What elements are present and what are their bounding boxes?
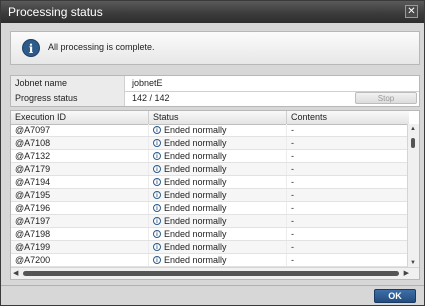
table-row[interactable]: @A7199 i Ended normally - <box>11 241 409 254</box>
execution-id-cell: @A7097 <box>11 124 149 136</box>
horizontal-scrollbar[interactable]: ◀ ▶ <box>11 267 419 279</box>
horizontal-scroll-thumb[interactable] <box>23 271 399 276</box>
results-table: Execution ID Status Contents @A7097 i Ende… <box>10 110 420 280</box>
table-row[interactable]: @A7179 i Ended normally - <box>11 163 409 176</box>
status-cell: i Ended normally <box>149 228 287 240</box>
status-text: Ended normally <box>164 216 227 226</box>
column-header-status[interactable]: Status <box>149 111 287 124</box>
contents-cell: - <box>287 254 409 266</box>
contents-cell: - <box>287 150 409 162</box>
status-info-icon: i <box>153 256 161 264</box>
table-row[interactable]: @A7108 i Ended normally - <box>11 137 409 150</box>
table-row[interactable]: @A7195 i Ended normally - <box>11 189 409 202</box>
status-info-icon: i <box>153 230 161 238</box>
status-cell: i Ended normally <box>149 254 287 266</box>
status-text: Ended normally <box>164 242 227 252</box>
jobnet-row: Jobnet name jobnetE <box>11 76 419 92</box>
contents-cell: - <box>287 202 409 214</box>
table-body: @A7097 i Ended normally - @A7108 i Ended norma… <box>11 124 409 268</box>
column-header-contents[interactable]: Contents <box>287 111 409 124</box>
execution-id-cell: @A7132 <box>11 150 149 162</box>
column-header-execution-id[interactable]: Execution ID <box>11 111 149 124</box>
title-bar: Processing status ✕ <box>1 1 424 23</box>
status-cell: i Ended normally <box>149 150 287 162</box>
contents-cell: - <box>287 189 409 201</box>
execution-id-cell: @A7179 <box>11 163 149 175</box>
status-text: Ended normally <box>164 203 227 213</box>
status-text: Ended normally <box>164 164 227 174</box>
contents-cell: - <box>287 137 409 149</box>
scroll-left-icon[interactable]: ◀ <box>13 269 18 277</box>
table-header: Execution ID Status Contents <box>11 111 409 125</box>
status-cell: i Ended normally <box>149 137 287 149</box>
execution-id-cell: @A7196 <box>11 202 149 214</box>
table-row[interactable]: @A7132 i Ended normally - <box>11 150 409 163</box>
message-panel: i All processing is complete. <box>10 31 420 65</box>
vertical-scrollbar[interactable]: ▲ ▼ <box>407 124 419 268</box>
table-row[interactable]: @A7194 i Ended normally - <box>11 176 409 189</box>
status-info-icon: i <box>153 191 161 199</box>
execution-id-cell: @A7195 <box>11 189 149 201</box>
progress-status-label: Progress status <box>11 91 125 106</box>
contents-cell: - <box>287 124 409 136</box>
table-row[interactable]: @A7097 i Ended normally - <box>11 124 409 137</box>
ok-button[interactable]: OK <box>374 289 416 303</box>
progress-row: Progress status 142 / 142 Stop <box>11 91 419 106</box>
status-cell: i Ended normally <box>149 189 287 201</box>
contents-cell: - <box>287 163 409 175</box>
status-cell: i Ended normally <box>149 202 287 214</box>
execution-id-cell: @A7108 <box>11 137 149 149</box>
table-row[interactable]: @A7196 i Ended normally - <box>11 202 409 215</box>
status-cell: i Ended normally <box>149 163 287 175</box>
status-info-icon: i <box>153 152 161 160</box>
execution-id-cell: @A7199 <box>11 241 149 253</box>
vertical-scroll-thumb[interactable] <box>411 138 415 148</box>
execution-id-cell: @A7194 <box>11 176 149 188</box>
properties-panel: Jobnet name jobnetE Progress status 142 … <box>10 75 420 107</box>
processing-status-dialog: Processing status ✕ i All processing is … <box>0 0 425 306</box>
table-row[interactable]: @A7200 i Ended normally - <box>11 254 409 267</box>
jobnet-name-label: Jobnet name <box>11 76 125 91</box>
contents-cell: - <box>287 176 409 188</box>
status-info-icon: i <box>153 178 161 186</box>
status-info-icon: i <box>153 165 161 173</box>
status-text: Ended normally <box>164 255 227 265</box>
status-text: Ended normally <box>164 190 227 200</box>
stop-button[interactable]: Stop <box>355 92 417 104</box>
status-text: Ended normally <box>164 229 227 239</box>
status-info-icon: i <box>153 217 161 225</box>
footer-divider <box>1 285 424 286</box>
scroll-right-icon[interactable]: ▶ <box>404 269 409 277</box>
status-info-icon: i <box>153 139 161 147</box>
status-cell: i Ended normally <box>149 176 287 188</box>
jobnet-name-value: jobnetE <box>132 78 163 88</box>
status-info-icon: i <box>153 204 161 212</box>
status-text: Ended normally <box>164 177 227 187</box>
scroll-up-icon[interactable]: ▲ <box>410 126 416 132</box>
progress-status-value: 142 / 142 <box>132 93 170 103</box>
status-text: Ended normally <box>164 138 227 148</box>
contents-cell: - <box>287 241 409 253</box>
status-info-icon: i <box>153 126 161 134</box>
status-info-icon: i <box>153 243 161 251</box>
table-row[interactable]: @A7198 i Ended normally - <box>11 228 409 241</box>
status-cell: i Ended normally <box>149 241 287 253</box>
info-icon: i <box>22 39 40 57</box>
status-text: Ended normally <box>164 151 227 161</box>
dialog-title: Processing status <box>8 5 103 19</box>
table-row[interactable]: @A7197 i Ended normally - <box>11 215 409 228</box>
execution-id-cell: @A7200 <box>11 254 149 266</box>
completion-message: All processing is complete. <box>48 42 155 52</box>
contents-cell: - <box>287 228 409 240</box>
contents-cell: - <box>287 215 409 227</box>
status-text: Ended normally <box>164 125 227 135</box>
scroll-down-icon[interactable]: ▼ <box>410 260 416 266</box>
status-cell: i Ended normally <box>149 215 287 227</box>
close-icon[interactable]: ✕ <box>405 5 418 18</box>
status-cell: i Ended normally <box>149 124 287 136</box>
execution-id-cell: @A7198 <box>11 228 149 240</box>
execution-id-cell: @A7197 <box>11 215 149 227</box>
